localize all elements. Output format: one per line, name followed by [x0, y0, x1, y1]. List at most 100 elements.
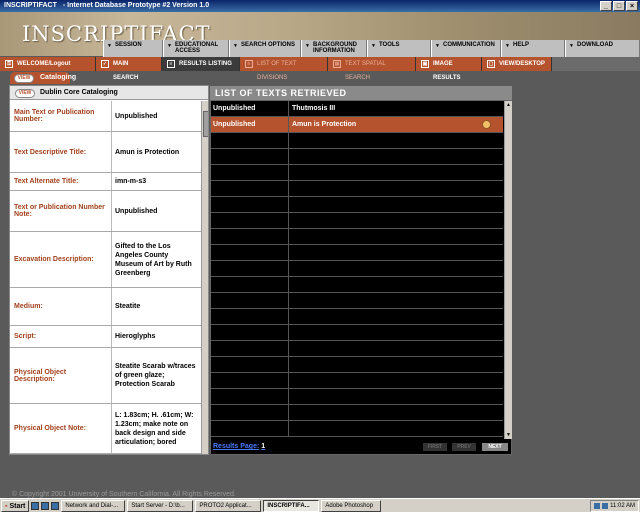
result-row[interactable]: Unpublished Amun is Protection: [211, 117, 503, 133]
nav-label: DOWNLOAD: [577, 42, 613, 48]
result-title: [289, 421, 503, 436]
network-icon[interactable]: [594, 503, 601, 509]
tab-label: VIEW/DESKTOP: [499, 61, 545, 67]
results-footer: Results Page: 1 FIRST PREV NEXT: [211, 439, 511, 454]
close-button[interactable]: ×: [626, 1, 638, 11]
tab-results-listing[interactable]: ≡ RESULTS LISTING: [162, 57, 240, 71]
empty-result-row: [211, 181, 503, 197]
field-row: Medium: Steatite: [10, 288, 201, 326]
results-panel: Unpublished Thutmosis III Unpublished Amun …: [210, 100, 512, 455]
taskbar-task[interactable]: Network and Dial-...: [61, 499, 126, 512]
empty-result-row: [211, 421, 503, 437]
tab-view-desktop[interactable]: ▢ VIEW/DESKTOP: [482, 57, 552, 71]
result-publication: [211, 229, 289, 244]
prev-page-button[interactable]: PREV: [452, 443, 476, 451]
clock: 11:02 AM: [610, 503, 635, 509]
empty-result-row: [211, 229, 503, 245]
window-icon: ▢: [487, 60, 495, 68]
start-button[interactable]: ▪ Start: [1, 499, 30, 512]
nav-communication[interactable]: ▼ COMMUNICATION: [431, 40, 501, 57]
key-icon: ⚿: [5, 60, 13, 68]
result-publication: [211, 309, 289, 324]
app-name: INSCRIPTIFACT: [4, 2, 57, 9]
result-title-text: Thutmosis III: [292, 105, 336, 112]
result-title: [289, 373, 503, 388]
empty-result-row: [211, 245, 503, 261]
empty-result-row: [211, 197, 503, 213]
nav-educational-access[interactable]: ▼ EDUCATIONAL ACCESS: [163, 40, 229, 57]
volume-icon[interactable]: [602, 503, 609, 509]
result-publication: Unpublished: [211, 101, 289, 116]
maximize-button[interactable]: □: [613, 1, 625, 11]
result-publication: [211, 197, 289, 212]
result-title: [289, 357, 503, 372]
empty-result-row: [211, 341, 503, 357]
results-page-link[interactable]: Results Page: 1: [213, 443, 265, 450]
field-row: Physical Object Description: Steatite Sca…: [10, 348, 201, 404]
tab-image-results[interactable]: ▣ IMAGE RESULTS: [416, 57, 482, 81]
tab-label: RESULTS LISTING: [179, 61, 232, 67]
nav-background-information[interactable]: ▼ BACKGROUND INFORMATION: [301, 40, 367, 57]
tab-text-spatial-search[interactable]: ▦ TEXT SPATIAL SEARCH: [328, 57, 416, 81]
result-title: Thutmosis III: [289, 101, 503, 116]
nav-dropdown-arrow-icon: ▼: [305, 43, 310, 49]
field-label: Script:: [10, 326, 112, 347]
scroll-up-arrow-icon[interactable]: ▲: [505, 101, 512, 109]
empty-result-row: [211, 373, 503, 389]
nav-label: BACKGROUND INFORMATION: [313, 42, 357, 54]
taskbar-task[interactable]: Adobe Photoshop: [321, 499, 382, 512]
field-value: imn-m-s3: [115, 178, 147, 185]
field-row: Main Text or Publication Number: Unpublis…: [10, 101, 201, 132]
results-page-number[interactable]: 1: [261, 443, 265, 450]
result-title: [289, 213, 503, 228]
first-page-button[interactable]: FIRST: [423, 443, 447, 451]
empty-result-row: [211, 293, 503, 309]
nav-dropdown-arrow-icon: ▼: [107, 43, 112, 49]
result-title: [289, 261, 503, 276]
field-row: Physical Object Note: L: 1.83cm; H. .61cm…: [10, 404, 201, 454]
nav-search-options[interactable]: ▼ SEARCH OPTIONS: [229, 40, 301, 57]
empty-result-row: [211, 261, 503, 277]
taskbar-task[interactable]: INSCRIPTIFA...: [263, 499, 320, 512]
tab-main-search[interactable]: ✓ MAIN SEARCH: [96, 57, 162, 81]
result-publication: [211, 245, 289, 260]
tab-label: IMAGE RESULTS: [433, 61, 461, 81]
next-page-button[interactable]: NEXT: [482, 443, 508, 451]
view-cataloging-button[interactable]: VIEW: [14, 74, 34, 83]
empty-result-row: [211, 213, 503, 229]
nav-help[interactable]: ▼ HELP: [501, 40, 565, 57]
left-scroll-thumb[interactable]: [203, 111, 208, 137]
minimize-button[interactable]: _: [600, 1, 612, 11]
tab-list-of-text-divisions[interactable]: ≡ LIST OF TEXT DIVISIONS: [240, 57, 328, 81]
field-label: Text Descriptive Title:: [10, 132, 112, 172]
results-scrollbar[interactable]: ▲ ▼: [504, 101, 512, 439]
quicklaunch-outlook-icon[interactable]: [51, 501, 60, 510]
dublin-core-header: Dublin Core Cataloging: [10, 86, 208, 100]
quicklaunch-desktop-icon[interactable]: [31, 501, 40, 510]
selected-smiley-icon[interactable]: [482, 120, 491, 129]
nav-download[interactable]: ▼ DOWNLOAD: [565, 40, 640, 57]
view-dublin-core-button[interactable]: VIEW: [15, 89, 35, 98]
field-label: Excavation Description:: [10, 232, 112, 287]
result-row[interactable]: Unpublished Thutmosis III: [211, 101, 503, 117]
scroll-down-arrow-icon[interactable]: ▼: [505, 431, 512, 439]
field-label: Main Text or Publication Number:: [10, 101, 112, 131]
nav-session[interactable]: ▼ SESSION: [103, 40, 163, 57]
field-label: Medium:: [10, 288, 112, 325]
results-page-label: Results Page:: [213, 443, 260, 450]
taskbar-task[interactable]: PROTO2 Applicat...: [195, 499, 262, 512]
tab-welcome-logout[interactable]: ⚿ WELCOME/Logout: [0, 57, 96, 71]
list-icon: ≡: [245, 60, 253, 68]
nav-dropdown-arrow-icon: ▼: [435, 43, 440, 49]
image-icon: ▣: [421, 60, 429, 68]
empty-result-row: [211, 389, 503, 405]
result-title: [289, 197, 503, 212]
taskbar-task[interactable]: Start Server - D:\b...: [127, 499, 194, 512]
nav-tools[interactable]: ▼ TOOLS: [367, 40, 431, 57]
quicklaunch-ie-icon[interactable]: [41, 501, 50, 510]
nav-label: EDUCATIONAL ACCESS: [175, 42, 219, 54]
empty-result-row: [211, 309, 503, 325]
left-scrollbar[interactable]: [201, 101, 208, 454]
field-row: Text or Publication Number Note: Unpublis…: [10, 191, 201, 232]
result-title: [289, 405, 503, 420]
